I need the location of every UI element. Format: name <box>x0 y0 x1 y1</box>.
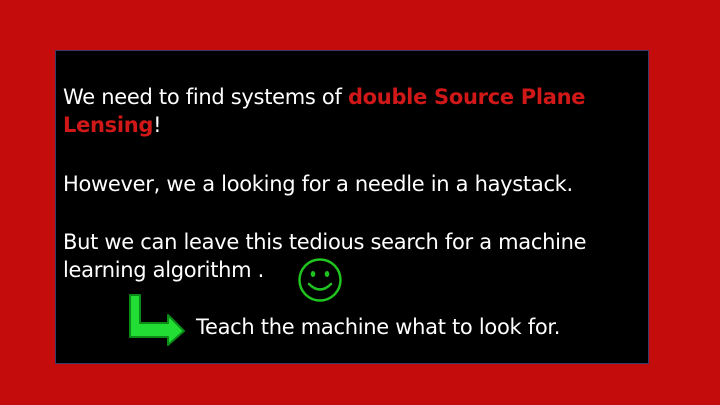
p3-line2: learning algorithm . <box>63 258 265 282</box>
paragraph-double-source-lensing: We need to find systems of double Source… <box>63 83 586 139</box>
p3-line1: But we can leave this tedious search for… <box>63 230 587 254</box>
paragraph-needle-haystack: However, we a looking for a needle in a … <box>63 172 573 196</box>
p1-highlight-line1: double Source Plane <box>347 85 586 109</box>
smiley-face-icon <box>298 258 342 302</box>
p1-highlight-line2: Lensing <box>63 113 154 137</box>
paragraph-teach-machine: Teach the machine what to look for. <box>196 315 561 339</box>
p1-text-after: ! <box>153 113 162 137</box>
p1-text-before: We need to find systems of <box>63 85 348 109</box>
bent-arrow-icon <box>129 294 185 346</box>
